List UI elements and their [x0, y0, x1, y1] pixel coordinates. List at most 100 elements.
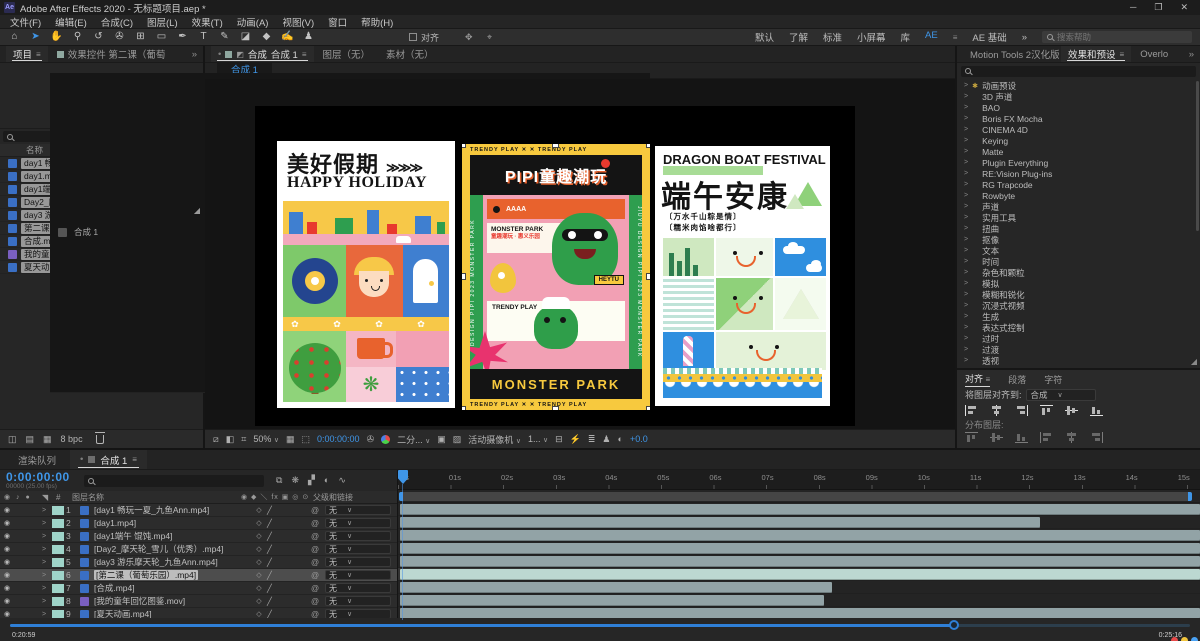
video-player-icons[interactable]	[1171, 637, 1198, 641]
layer-row[interactable]: ◉ > 7 [合成.mp4] ◇ ╱ @ 无 ∨	[0, 582, 397, 595]
poster-happy-holiday[interactable]: 美好假期 ≫≫≫ HAPPY HOLIDAY ✿ ✿ ✿ ✿ ❋	[277, 141, 455, 408]
eye-icon[interactable]: ◉	[0, 597, 14, 605]
layer-row[interactable]: ◉ > 8 [我的童年回忆图鉴.mov] ◇ ╱ @ 无 ∨	[0, 595, 397, 608]
panel-menu-icon[interactable]: ≡	[302, 50, 307, 59]
effects-category[interactable]: > 文本	[957, 245, 1200, 256]
tool-icon[interactable]: ↺	[88, 29, 109, 45]
effects-search[interactable]	[961, 65, 1196, 77]
parent-dropdown[interactable]: 无 ∨	[325, 583, 391, 593]
label-color-swatch[interactable]	[52, 570, 64, 580]
expander-icon[interactable]: >	[42, 611, 52, 618]
collapse-switch-icon[interactable]: ╱	[267, 506, 311, 515]
layer-row[interactable]: ◉ > 5 [day3 游乐摩天轮_九鱼Ann.mp4] ◇ ╱ @ 无 ∨	[0, 556, 397, 569]
toolbar-extra-icons[interactable]: ✥ ⌖	[465, 32, 498, 43]
panel-grip-icon[interactable]: ◢	[1191, 357, 1197, 366]
pickwhip-icon[interactable]: @	[311, 545, 325, 554]
parent-dropdown[interactable]: 无 ∨	[325, 557, 391, 567]
effects-category[interactable]: > 生成	[957, 311, 1200, 322]
eye-icon[interactable]: ◉	[0, 532, 14, 540]
expander-icon[interactable]: >	[964, 247, 968, 254]
align-vertical-center-button[interactable]	[1065, 405, 1078, 416]
layer-name[interactable]: [Day2_摩天轮_雪儿（优秀）.mp4]	[92, 543, 251, 555]
selection-handle[interactable]	[462, 144, 466, 148]
expander-icon[interactable]: >	[964, 335, 968, 342]
time-ruler[interactable]: 0s01s02s03s04s05s06s07s08s09s10s11s12s13…	[398, 470, 1200, 490]
selection-handle[interactable]	[462, 273, 466, 280]
exposure-value[interactable]: +0.0	[630, 434, 648, 444]
video-progress-track[interactable]	[10, 620, 1190, 630]
timeline-search-input[interactable]	[97, 476, 260, 485]
tool-icon[interactable]: ⌂	[4, 29, 25, 45]
expander-icon[interactable]: >	[964, 357, 968, 364]
help-search-input[interactable]	[1057, 32, 1187, 42]
layer-name[interactable]: [day1 畅玩一夏_九鱼Ann.mp4]	[92, 504, 251, 516]
lock-icon[interactable]: ◩	[236, 50, 244, 59]
label-color-swatch[interactable]	[52, 596, 64, 606]
expander-icon[interactable]: >	[964, 346, 968, 353]
snap-checkbox[interactable]	[409, 33, 417, 41]
effects-category[interactable]: > BAO	[957, 102, 1200, 113]
effects-category[interactable]: > 扭曲	[957, 223, 1200, 234]
eye-icon[interactable]: ◉	[0, 545, 14, 553]
pickwhip-icon[interactable]: @	[311, 597, 325, 606]
selection-handle[interactable]	[646, 273, 650, 280]
effects-category[interactable]: > 杂色和颗粒	[957, 267, 1200, 278]
distribute-top-button[interactable]	[965, 431, 978, 443]
layer-duration-bar[interactable]	[400, 556, 1200, 567]
category-label[interactable]: Keying	[982, 136, 1008, 146]
tab-render-queue[interactable]: 渲染队列	[8, 450, 66, 469]
tool-icon[interactable]: ✒	[172, 29, 193, 45]
collapse-switch-icon[interactable]: ╱	[267, 597, 311, 606]
parent-dropdown[interactable]: 无 ∨	[325, 518, 391, 528]
tab-effects-presets[interactable]: 效果和预设 ≡	[1061, 46, 1132, 62]
quality-switch-icon[interactable]: ◇	[251, 584, 267, 592]
new-composition-icon[interactable]: ▦	[43, 434, 52, 445]
layer-name-header[interactable]: 图层名称	[72, 492, 241, 503]
reset-exposure-icon[interactable]: ◐	[618, 434, 623, 444]
effects-category[interactable]: > 过时	[957, 333, 1200, 344]
workspace-item-ae-basics[interactable]: AE 基础	[972, 30, 1006, 44]
quality-switch-icon[interactable]: ◇	[251, 571, 267, 579]
expander-icon[interactable]: >	[964, 159, 968, 166]
tab-overflow-icon[interactable]: »	[192, 49, 203, 60]
effects-search-input[interactable]	[974, 66, 1192, 76]
label-color-swatch[interactable]	[52, 531, 64, 541]
menu-item[interactable]: 视图(V)	[275, 15, 321, 29]
project-bit-depth[interactable]: 8 bpc	[61, 434, 83, 444]
expander-icon[interactable]: >	[964, 236, 968, 243]
expander-icon[interactable]: >	[964, 313, 968, 320]
effects-category[interactable]: > 抠像	[957, 234, 1200, 245]
label-color-swatch[interactable]	[52, 557, 64, 567]
quality-switch-icon[interactable]: ◇	[251, 545, 267, 553]
composition-canvas[interactable]: 美好假期 ≫≫≫ HAPPY HOLIDAY ✿ ✿ ✿ ✿ ❋ TRENDY …	[255, 106, 855, 426]
current-time-display[interactable]: 0:00:00:00	[317, 434, 360, 444]
menu-item[interactable]: 效果(T)	[185, 15, 230, 29]
category-label[interactable]: Boris FX Mocha	[982, 114, 1042, 124]
always-preview-icon[interactable]: ⧄	[213, 434, 219, 445]
category-label[interactable]: RE:Vision Plug-ins	[982, 169, 1052, 179]
layer-row[interactable]: ◉ > 2 [day1.mp4] ◇ ╱ @ 无 ∨	[0, 517, 397, 530]
composition-mini-flowchart-icon[interactable]: ⧉	[276, 475, 282, 486]
help-search[interactable]	[1042, 31, 1192, 43]
expander-icon[interactable]: >	[42, 546, 52, 553]
category-label[interactable]: Matte	[982, 147, 1003, 157]
effects-category[interactable]: > 声道	[957, 201, 1200, 212]
snap-toggle[interactable]: 对齐	[409, 31, 439, 44]
effects-category[interactable]: > 实用工具	[957, 212, 1200, 223]
quality-switch-icon[interactable]: ◇	[251, 610, 267, 618]
eye-icon[interactable]: ◉	[0, 558, 14, 566]
tab-layer-viewer[interactable]: 图层（无）	[316, 46, 378, 62]
collapse-switch-icon[interactable]: ╱	[267, 519, 311, 528]
selection-handle[interactable]	[462, 406, 466, 410]
switches-header[interactable]: ◉ ◆ ＼ fx ▣ ◎ ⊙	[241, 492, 313, 502]
expander-icon[interactable]: >	[964, 291, 968, 298]
collapse-switch-icon[interactable]: ╱	[267, 571, 311, 580]
eye-icon[interactable]: ◉	[0, 519, 14, 527]
new-folder-icon[interactable]: ▤	[26, 434, 35, 445]
tab-composition[interactable]: • ◩ 合成 合成 1 ≡	[211, 46, 314, 62]
layer-row[interactable]: ◉ > 6 [第二课（葡萄乐园）.mp4] ◇ ╱ @ 无 ∨	[0, 569, 397, 582]
align-left-button[interactable]	[965, 404, 978, 416]
scrollbar[interactable]	[1196, 81, 1199, 231]
tool-icon[interactable]: ✋	[46, 29, 67, 45]
selection-handle[interactable]	[646, 144, 650, 148]
